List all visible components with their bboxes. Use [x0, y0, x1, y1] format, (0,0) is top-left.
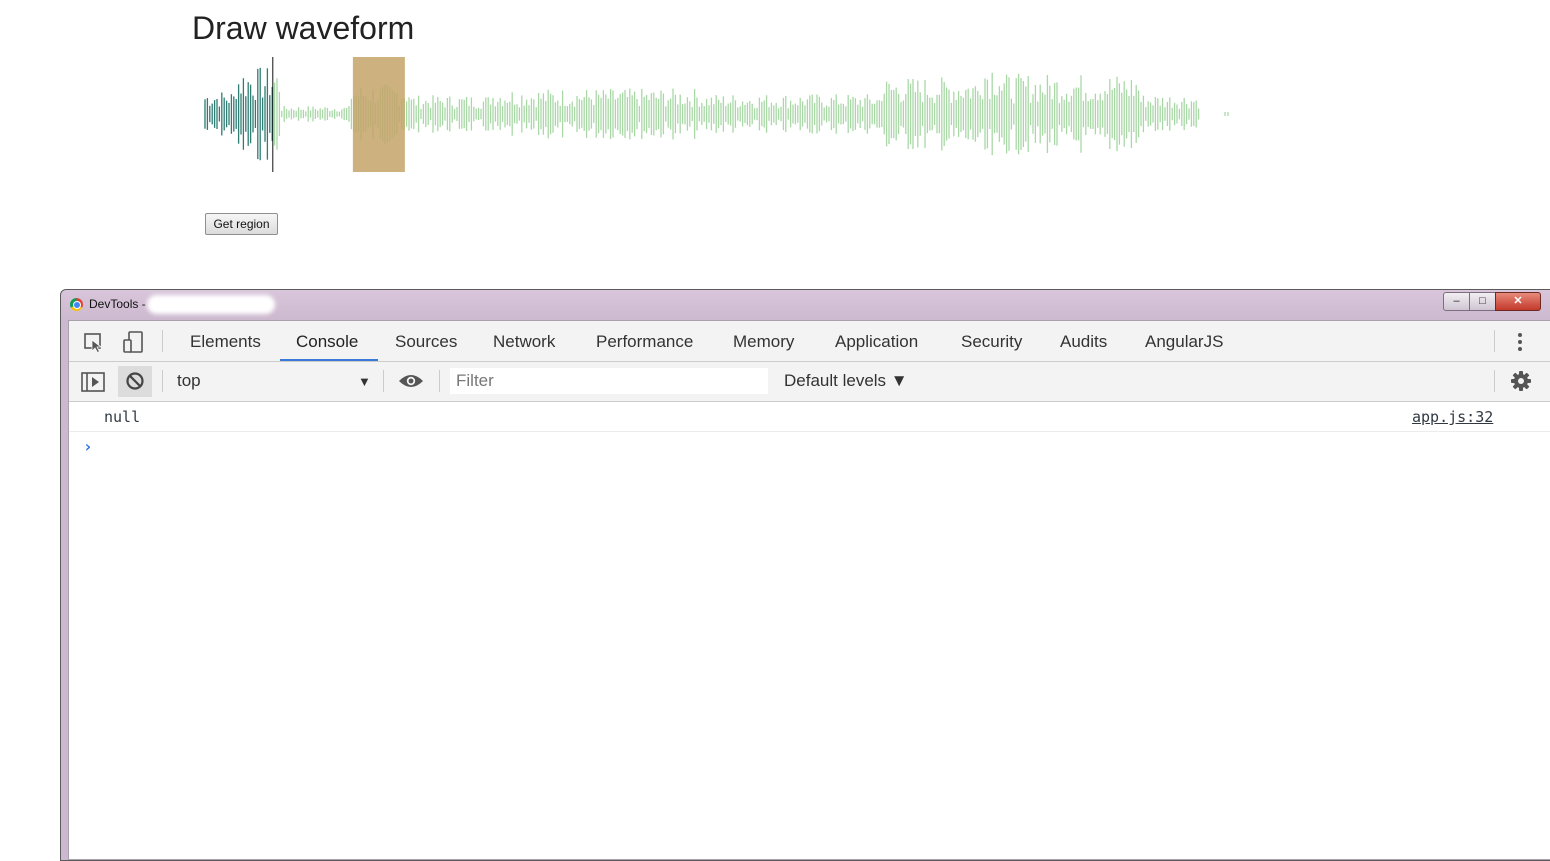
devtools-tabbar: Elements Console Sources Network Perform… [69, 321, 1550, 362]
tab-application[interactable]: Application [835, 321, 918, 361]
minimize-button[interactable]: – [1443, 292, 1470, 311]
chrome-logo-icon [70, 298, 83, 311]
clear-console-icon [126, 372, 144, 390]
console-log[interactable]: null app.js:32 › [69, 402, 1550, 859]
devtools-window: DevTools - – □ ✕ Elements Console Source… [60, 289, 1550, 861]
active-tab-indicator [280, 359, 378, 361]
devtools-titlebar[interactable]: DevTools - – □ ✕ [61, 290, 1550, 320]
inspect-icon[interactable] [83, 331, 105, 353]
toolbar-divider [383, 370, 384, 392]
window-title: DevTools - [89, 297, 146, 311]
tab-performance[interactable]: Performance [596, 321, 693, 361]
tab-console[interactable]: Console [296, 321, 358, 361]
console-toolbar: top ▼ Default levels ▼ [69, 362, 1550, 402]
console-message-row: null app.js:32 [69, 402, 1550, 432]
toolbar-divider [1494, 330, 1495, 352]
get-region-button[interactable]: Get region [205, 213, 278, 235]
page-title: Draw waveform [192, 10, 415, 46]
context-selector[interactable]: top [177, 371, 201, 391]
tab-security[interactable]: Security [961, 321, 1022, 361]
toolbar-divider [162, 330, 163, 352]
tab-memory[interactable]: Memory [733, 321, 794, 361]
devtools-panel: Elements Console Sources Network Perform… [68, 320, 1550, 860]
tab-sources[interactable]: Sources [395, 321, 457, 361]
selected-region[interactable] [352, 57, 405, 172]
toolbar-divider [1494, 370, 1495, 392]
console-prompt-icon[interactable]: › [83, 437, 93, 456]
toolbar-divider [162, 370, 163, 392]
show-sidebar-icon[interactable] [81, 371, 105, 393]
tab-elements[interactable]: Elements [190, 321, 261, 361]
close-button[interactable]: ✕ [1495, 292, 1541, 311]
tab-audits[interactable]: Audits [1060, 321, 1107, 361]
more-options-icon[interactable] [1516, 331, 1524, 353]
console-message-text: null [104, 408, 141, 426]
waveform-canvas[interactable] [200, 57, 1240, 172]
live-expression-eye-icon[interactable] [398, 373, 424, 389]
redacted-title-blur [147, 295, 275, 314]
log-levels-dropdown[interactable]: Default levels ▼ [784, 371, 908, 391]
toolbar-divider [439, 370, 440, 392]
device-toggle-icon[interactable] [122, 331, 144, 353]
clear-console-button[interactable] [118, 366, 152, 397]
settings-gear-icon[interactable] [1510, 370, 1532, 392]
tab-angularjs[interactable]: AngularJS [1145, 321, 1223, 361]
context-dropdown-icon[interactable]: ▼ [358, 374, 371, 389]
filter-input[interactable] [450, 368, 768, 394]
tab-network[interactable]: Network [493, 321, 555, 361]
maximize-button[interactable]: □ [1469, 292, 1496, 311]
console-source-link[interactable]: app.js:32 [1412, 408, 1493, 426]
